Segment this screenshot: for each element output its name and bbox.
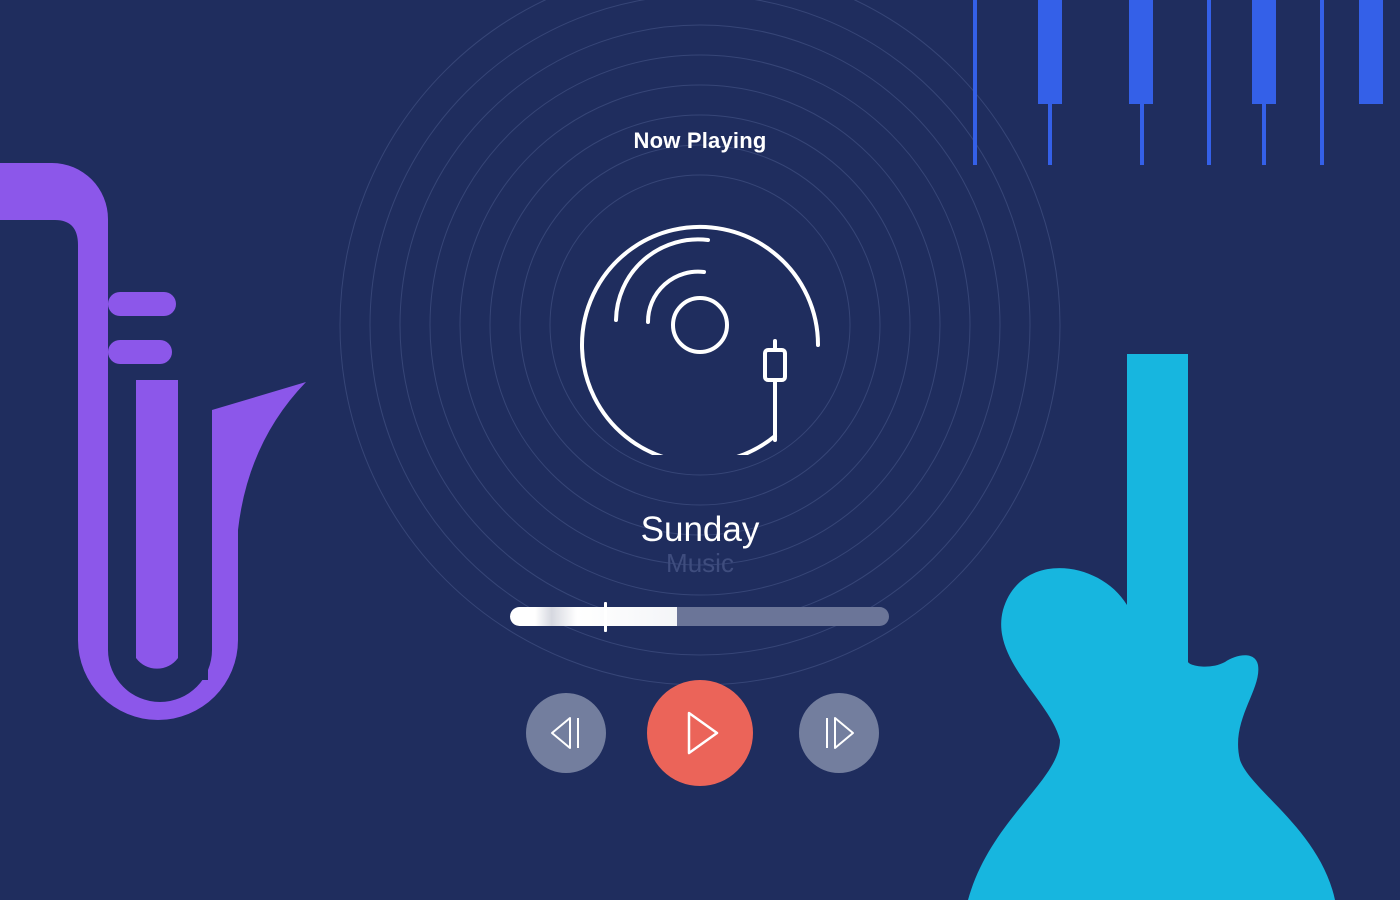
guitar-illustration [968,354,1335,900]
play-icon [687,711,719,755]
now-playing-label: Now Playing [633,128,767,153]
track-subtitle: Music [666,548,734,578]
piano-keys-illustration [973,0,1383,165]
saxophone-illustration [0,163,306,720]
track-title: Sunday [640,510,760,549]
skip-next-icon [826,717,854,749]
next-button[interactable] [799,693,879,773]
play-button[interactable] [647,680,753,786]
vinyl-record-icon [580,224,820,455]
progress-bar[interactable] [510,607,889,626]
skip-previous-icon [551,717,579,749]
previous-button[interactable] [526,693,606,773]
progress-fill [510,607,677,626]
playhead-handle[interactable] [603,602,607,632]
music-player-screen: Now Playing Sunday Music [0,0,1400,900]
